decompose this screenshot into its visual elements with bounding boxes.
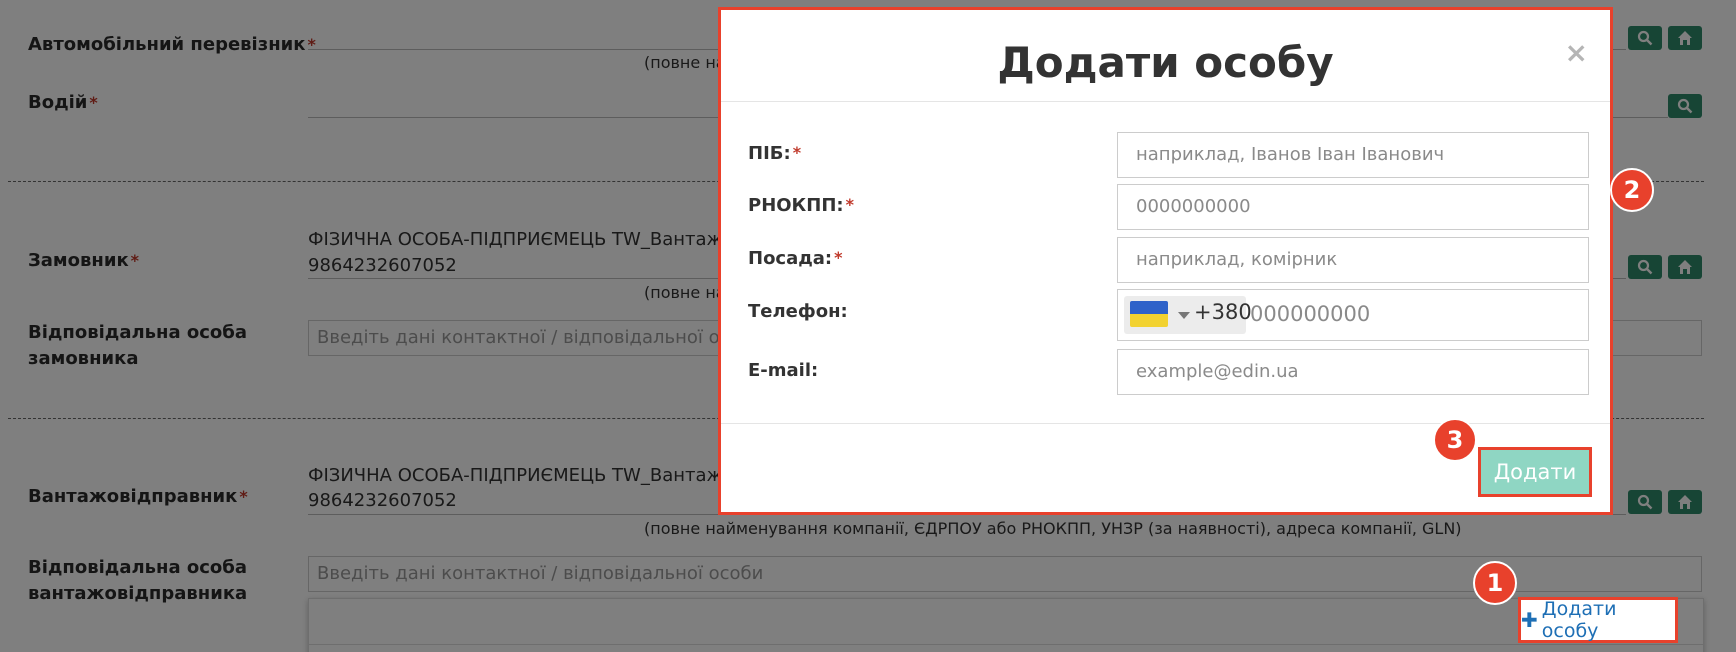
close-icon[interactable]: × [1565,36,1588,69]
caret-down-icon [1178,312,1190,319]
modal-header-divider [721,101,1610,102]
phone-field: +380 000000000 [1117,289,1589,341]
tax-id-input[interactable]: 0000000000 [1117,184,1589,230]
phone-label: Телефон: [748,301,848,322]
email-label: E-mail: [748,360,819,381]
tax-id-label: РНОКПП: * [748,195,854,216]
plus-icon: ✚ [1521,608,1538,632]
step-badge-2: 2 [1610,168,1654,212]
email-input[interactable]: example@edin.ua [1117,349,1589,395]
ukraine-flag-icon [1130,301,1168,327]
modal-footer-divider [721,423,1610,424]
position-label: Посада: * [748,248,843,269]
position-input[interactable]: наприклад, комірник [1117,237,1589,283]
add-person-modal: Додати особу × ПІБ: * наприклад, Іванов І… [718,7,1613,515]
step-badge-3: 3 [1433,418,1477,462]
modal-title: Додати особу [997,38,1334,87]
full-name-label: ПІБ: * [748,143,802,164]
add-person-link[interactable]: ✚ Додати особу [1518,597,1678,643]
phone-dial-code: +380 [1194,300,1252,324]
submit-add-button[interactable]: Додати [1478,447,1592,497]
full-name-input[interactable]: наприклад, Іванов Іван Іванович [1117,132,1589,178]
country-selector[interactable]: +380 [1124,296,1252,334]
step-badge-1: 1 [1473,561,1517,605]
phone-input[interactable]: 000000000 [1250,302,1370,326]
